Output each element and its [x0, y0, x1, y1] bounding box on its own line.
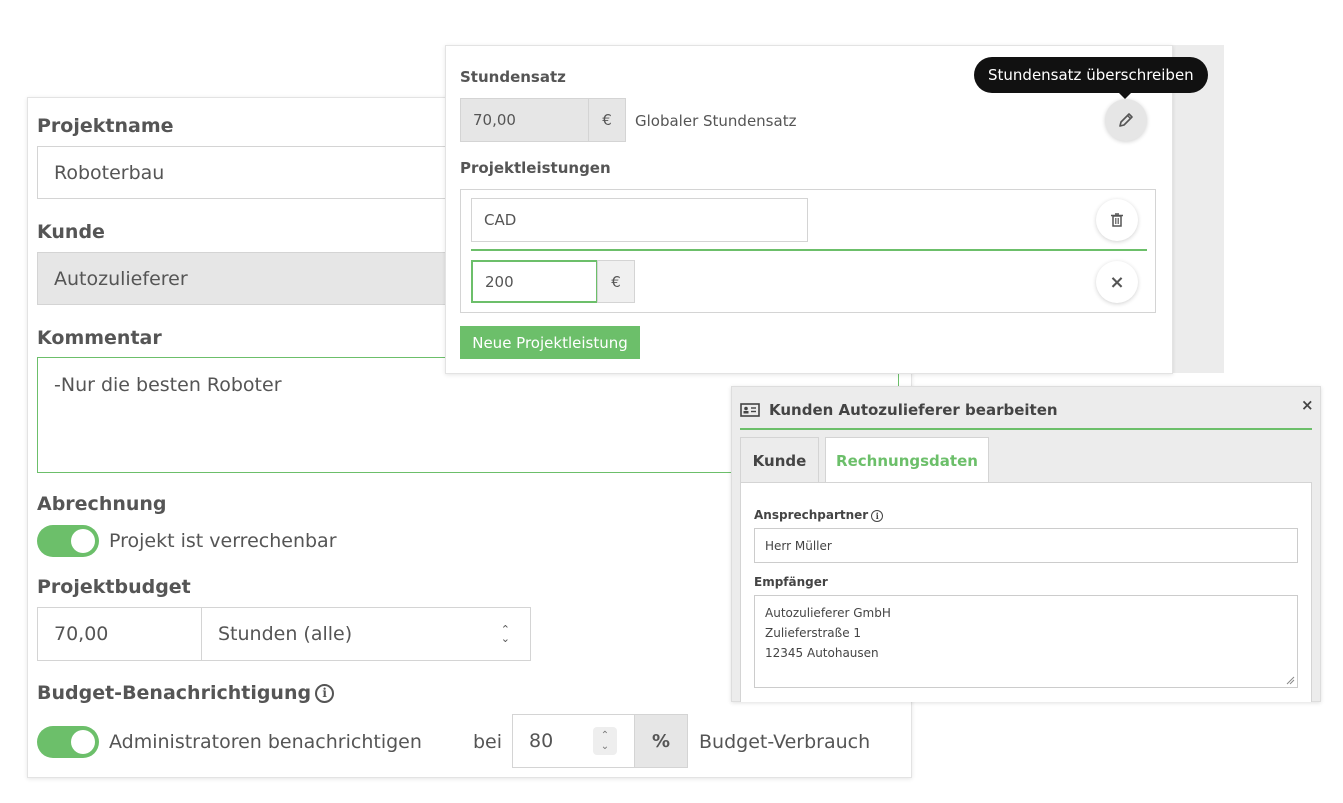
billing-label: Abrechnung — [37, 493, 167, 515]
global-rate-note: Globaler Stundensatz — [635, 112, 797, 130]
customer-label: Kunde — [37, 221, 105, 243]
override-tooltip: Stundensatz überschreiben — [974, 57, 1208, 99]
address-line: 12345 Autohausen — [765, 646, 879, 660]
notify-admins-toggle[interactable] — [37, 726, 99, 758]
rate-label: Stundensatz — [460, 68, 566, 86]
budget-value-input[interactable]: 70,00 — [37, 607, 203, 661]
new-service-button[interactable]: Neue Projektleistung — [460, 326, 640, 359]
rate-currency-addon: € — [588, 98, 626, 142]
service-divider — [471, 249, 1147, 251]
service-name-input[interactable]: CAD — [471, 198, 808, 242]
budget-unit-selected: Stunden (alle) — [218, 623, 353, 645]
contact-label-text: Ansprechpartner — [754, 508, 869, 522]
project-name-input[interactable]: Roboterbau — [37, 146, 457, 199]
budget-label: Projektbudget — [37, 576, 191, 598]
billable-toggle[interactable] — [37, 525, 99, 557]
notify-admins-label: Administratoren benachrichtigen — [109, 731, 422, 753]
customer-dialog-title: Kunden Autozulieferer bearbeiten — [769, 401, 1058, 419]
tab-rechnungsdaten[interactable]: Rechnungsdaten — [825, 437, 989, 484]
notify-threshold-input[interactable]: 80 — [512, 714, 636, 768]
notify-label: Budget-Benachrichtigung i — [37, 682, 335, 704]
trash-icon — [1111, 213, 1123, 227]
customer-dialog-header: Kunden Autozulieferer bearbeiten — [740, 392, 1312, 430]
recipient-textarea[interactable]: Autozulieferer GmbH Zulieferstraße 1 123… — [754, 595, 1298, 688]
comment-label: Kommentar — [37, 327, 162, 349]
rate-panel-backdrop — [1172, 45, 1224, 373]
recipient-label: Empfänger — [754, 575, 828, 589]
tab-kunde[interactable]: Kunde — [740, 437, 819, 483]
service-rate-input[interactable]: 200 — [471, 260, 598, 303]
contact-label: Ansprechpartner i — [754, 508, 884, 522]
budget-unit-select[interactable]: Stunden (alle) ⌃ ⌄ — [201, 607, 531, 661]
info-icon[interactable]: i — [315, 683, 335, 703]
close-icon: × — [1109, 271, 1125, 293]
notify-label-text: Budget-Benachrichtigung — [37, 682, 312, 704]
project-name-label: Projektname — [37, 115, 174, 137]
services-label: Projektleistungen — [460, 159, 611, 177]
rate-input: 70,00 — [460, 98, 590, 142]
select-arrows-icon: ⌃ ⌄ — [500, 623, 510, 645]
notify-threshold-value: 80 — [529, 730, 554, 752]
info-icon[interactable]: i — [871, 510, 884, 522]
toggle-knob — [71, 730, 95, 754]
billable-toggle-label: Projekt ist verrechenbar — [109, 530, 337, 552]
remove-rate-button[interactable]: × — [1096, 261, 1138, 303]
pencil-icon — [1119, 113, 1133, 127]
contact-input[interactable]: Herr Müller — [754, 528, 1298, 563]
delete-service-button[interactable] — [1096, 199, 1138, 241]
close-dialog-button[interactable]: × — [1301, 396, 1314, 414]
address-line: Autozulieferer GmbH — [765, 606, 891, 620]
resize-handle-icon[interactable] — [1286, 676, 1295, 685]
override-rate-button[interactable] — [1105, 99, 1147, 141]
number-stepper-icon[interactable]: ⌃ ⌄ — [593, 727, 617, 755]
id-card-icon — [740, 403, 760, 417]
address-line: Zulieferstraße 1 — [765, 626, 862, 640]
notify-suffix-label: Budget-Verbrauch — [699, 731, 871, 753]
percent-addon: % — [634, 714, 688, 768]
customer-input: Autozulieferer — [37, 252, 457, 305]
notify-at-label: bei — [473, 731, 503, 753]
service-currency-addon: € — [597, 260, 635, 303]
toggle-knob — [71, 529, 95, 553]
